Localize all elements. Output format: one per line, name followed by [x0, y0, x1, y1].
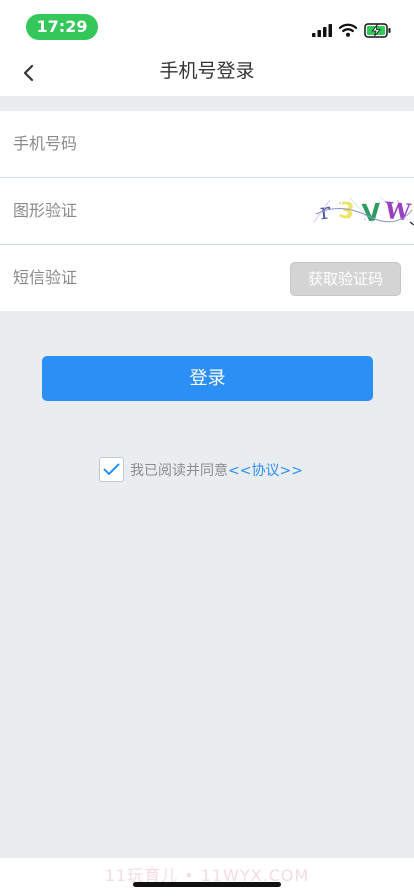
battery-charging-icon — [364, 22, 391, 38]
status-time: 17:29 — [26, 14, 98, 40]
login-button[interactable]: 登录 — [42, 356, 373, 401]
status-icons — [312, 22, 392, 38]
status-bar: 17:29 — [0, 0, 414, 50]
phone-field-placeholder: 手机号码 — [13, 134, 78, 153]
captcha-field[interactable]: 图形验证 r 3 V W — [0, 178, 414, 244]
agreement-checkbox[interactable] — [99, 457, 124, 482]
bottom-area: 11玩育儿 • 11WYX.COM — [0, 858, 414, 896]
page-title: 手机号登录 — [159, 60, 255, 82]
checkmark-icon — [103, 463, 120, 475]
cellular-signal-icon — [312, 23, 332, 37]
phone-field[interactable]: 手机号码 — [0, 111, 414, 177]
nav-bar: 手机号登录 — [0, 50, 414, 96]
captcha-image[interactable]: r 3 V W — [310, 192, 414, 228]
agreement-text: 我已阅读并同意 — [130, 462, 228, 479]
agreement-link[interactable]: <<协议>> — [228, 460, 303, 480]
home-indicator — [133, 882, 281, 887]
wifi-icon — [339, 23, 357, 37]
svg-text:V: V — [361, 198, 382, 227]
login-form: 手机号码 图形验证 r 3 V W 短信验证 获取验证码 — [0, 111, 414, 311]
sms-code-field-placeholder: 短信验证 — [13, 268, 78, 287]
sms-code-field[interactable]: 短信验证 获取验证码 — [0, 245, 414, 311]
captcha-field-placeholder: 图形验证 — [13, 201, 78, 220]
get-code-button[interactable]: 获取验证码 — [290, 262, 401, 296]
agreement-row: 我已阅读并同意 <<协议>> — [99, 456, 303, 483]
